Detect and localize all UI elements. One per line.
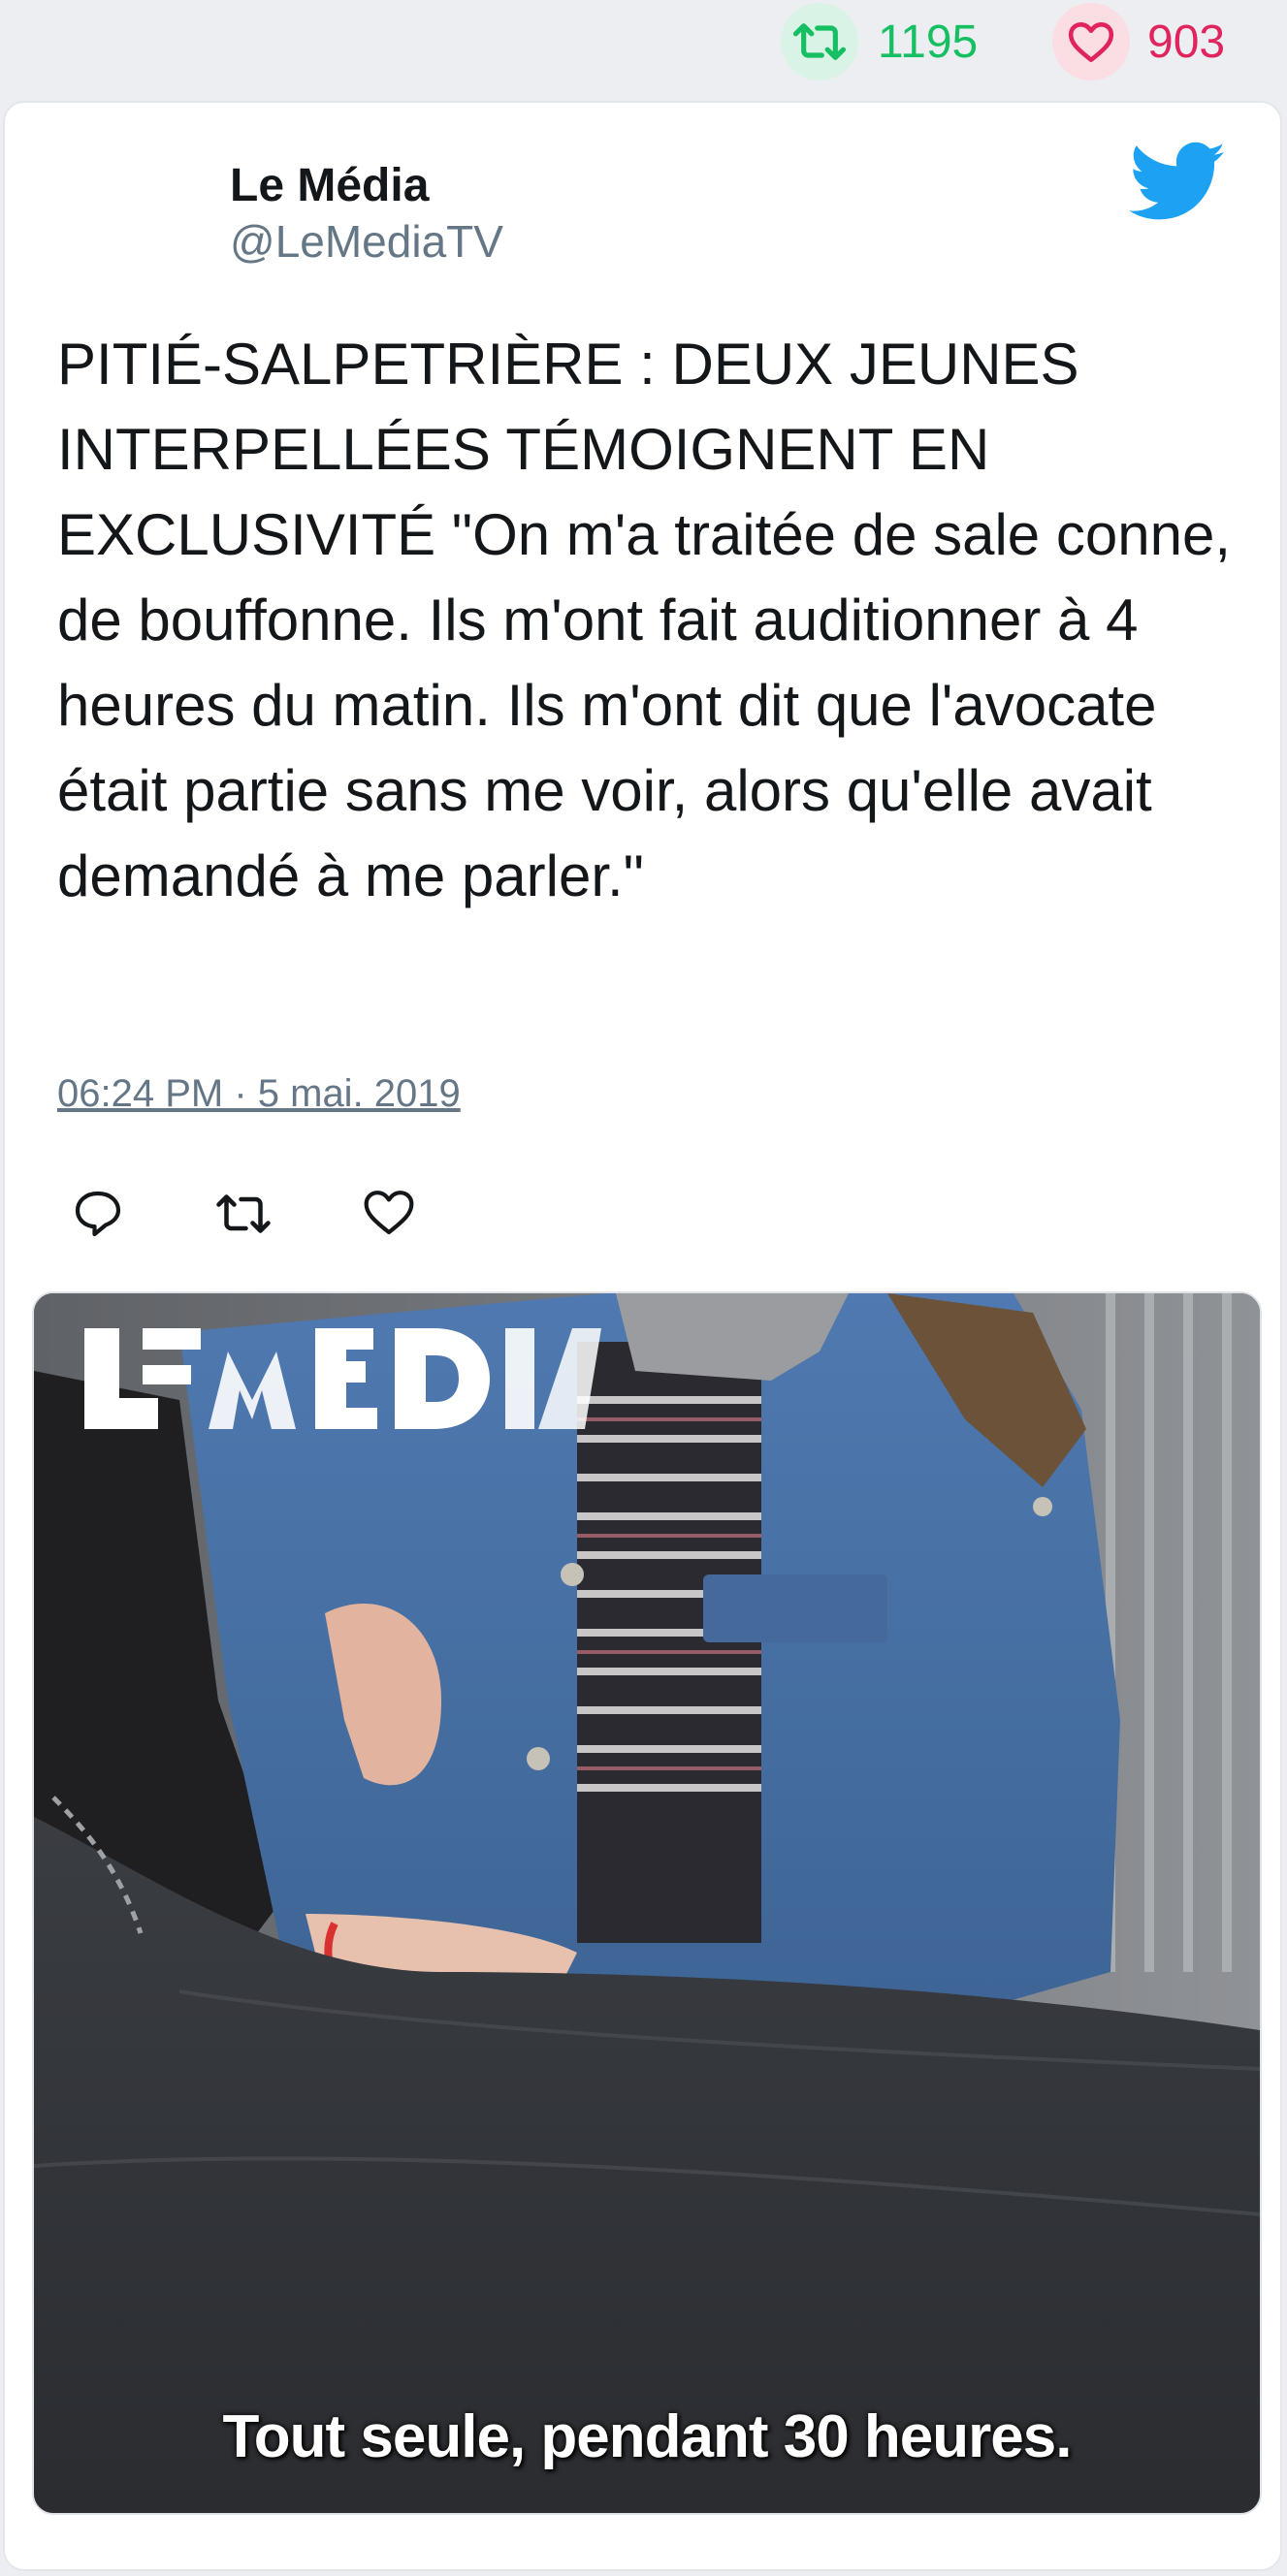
like-button[interactable] — [362, 1187, 420, 1245]
tweet-media-video[interactable]: Tout seule, pendant 30 heures. — [32, 1291, 1262, 2515]
retweet-stat[interactable]: 1195 — [781, 3, 979, 80]
heart-icon — [1052, 3, 1130, 80]
author-handle[interactable]: @LeMediaTV — [230, 215, 503, 268]
retweet-icon — [216, 1194, 271, 1233]
like-count: 903 — [1147, 16, 1226, 68]
retweet-icon — [781, 3, 858, 80]
retweet-button[interactable] — [214, 1187, 273, 1245]
heart-icon — [364, 1191, 414, 1235]
twitter-bird-icon[interactable] — [1129, 142, 1227, 223]
tweet-text: PITIÉ-SALPETRIÈRE : DEUX JEUNES INTERPEL… — [57, 332, 1231, 908]
author-name[interactable]: Le Média — [230, 159, 429, 212]
reply-button[interactable] — [71, 1187, 129, 1245]
tweet-card: Le Média @LeMediaTV PITIÉ-SALPETRIÈRE : … — [3, 101, 1282, 2571]
video-frame — [34, 1293, 1260, 2513]
tweet-stats-bar: 1195 903 — [0, 0, 1287, 97]
reply-icon — [75, 1191, 121, 1237]
like-stat[interactable]: 903 — [1052, 3, 1226, 80]
tweet-timestamp[interactable]: 06:24 PM · 5 mai. 2019 — [57, 1072, 461, 1116]
video-caption: Tout seule, pendant 30 heures. — [222, 2403, 1073, 2470]
retweet-count: 1195 — [878, 16, 979, 68]
